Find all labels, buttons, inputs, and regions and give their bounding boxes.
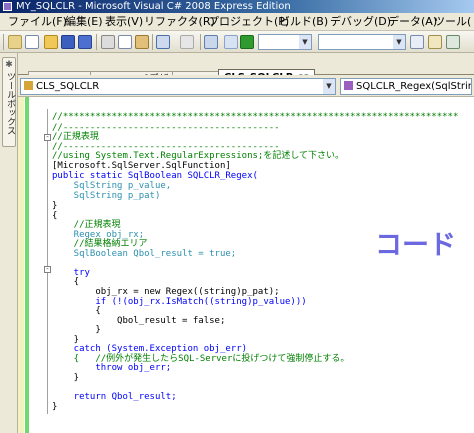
menu-build[interactable]: ビルド(B) (279, 13, 328, 31)
toolbox-rail: ✱ ツールボックス (0, 53, 18, 433)
code-line: SqlBoolean Qbol_result = true; (52, 249, 237, 259)
code-line: //**************************************… (52, 112, 459, 122)
collapse-icon[interactable]: - (44, 266, 51, 273)
navigate-forward-icon[interactable] (224, 35, 238, 49)
members-dropdown-value: SQLCLR_Regex(SqlString p_valu (356, 81, 472, 92)
add-item-icon[interactable] (25, 35, 39, 49)
chevron-down-icon: ▼ (393, 35, 405, 49)
solution-configuration-select[interactable]: ▼ (258, 34, 312, 50)
paste-icon[interactable] (135, 35, 149, 49)
code-line: } (52, 373, 80, 383)
class-icon (24, 81, 33, 90)
toolbar-separator (96, 34, 97, 50)
menu-tools[interactable]: ツール( (434, 13, 471, 31)
toolbox-icon: ✱ (5, 60, 13, 70)
types-dropdown[interactable]: CLS_SQLCLR ▼ (20, 78, 336, 95)
menu-refactor[interactable]: リファクタ(R) (144, 13, 215, 31)
selection-margin (18, 97, 24, 433)
toolbar-separator (200, 34, 201, 50)
code-editor[interactable]: - - //**********************************… (18, 97, 474, 433)
code-line: SqlString p_pat) (52, 191, 161, 201)
find-combo[interactable]: ▼ (318, 34, 406, 50)
menu-bar: ファイル(F) 編集(E) 表示(V) リファクタ(R) プロジェクト(P) ビ… (0, 13, 474, 31)
redo-icon[interactable] (180, 35, 194, 49)
toolbox-label: ツールボックス (5, 72, 15, 135)
open-file-icon[interactable] (44, 35, 58, 49)
title-bar: MY_SQLCLR - Microsoft Visual C# 2008 Exp… (0, 0, 474, 13)
app-icon (3, 2, 12, 11)
types-dropdown-value: CLS_SQLCLR (36, 81, 100, 92)
properties-icon[interactable] (446, 35, 460, 49)
menu-edit[interactable]: 編集(E) (65, 13, 103, 31)
document-tab-strip: Program.cs Form1.cs [デザイン] Form1.cs CLS_… (18, 53, 474, 88)
undo-icon[interactable] (156, 35, 170, 49)
copy-icon[interactable] (118, 35, 132, 49)
menu-view[interactable]: 表示(V) (105, 13, 143, 31)
save-icon[interactable] (61, 35, 75, 49)
start-debugging-icon[interactable] (240, 35, 254, 49)
method-icon (344, 81, 353, 90)
toolbox-tab[interactable]: ✱ ツールボックス (2, 57, 16, 147)
navigate-backward-icon[interactable] (204, 35, 218, 49)
chevron-down-icon: ▼ (323, 79, 335, 94)
code-line: } (52, 402, 58, 412)
find-in-files-icon[interactable] (410, 35, 424, 49)
toolbar-separator (152, 34, 153, 50)
collapse-icon[interactable]: - (44, 134, 51, 141)
save-all-icon[interactable] (78, 35, 92, 49)
members-dropdown[interactable]: SQLCLR_Regex(SqlString p_valu (340, 78, 472, 95)
toolbar-grip (3, 34, 4, 50)
new-project-icon[interactable] (8, 35, 22, 49)
outline-guide (47, 109, 48, 414)
window-title: MY_SQLCLR - Microsoft Visual C# 2008 Exp… (16, 1, 291, 12)
solution-explorer-icon[interactable] (428, 35, 442, 49)
menu-data[interactable]: データ(A) (388, 13, 437, 31)
change-tracking-margin (25, 97, 29, 433)
navigation-bar: CLS_SQLCLR ▼ SQLCLR_Regex(SqlString p_val… (18, 75, 474, 97)
menu-debug[interactable]: デバッグ(D) (330, 13, 391, 31)
toolbar: ▼ ▼ (0, 31, 474, 53)
menu-project[interactable]: プロジェクト(P) (208, 13, 289, 31)
code-line: return Qbol_result; (52, 392, 177, 402)
annotation-label: コード (375, 230, 456, 261)
menu-file[interactable]: ファイル(F) (8, 13, 67, 31)
chevron-down-icon: ▼ (299, 35, 311, 49)
cut-icon[interactable] (101, 35, 115, 49)
